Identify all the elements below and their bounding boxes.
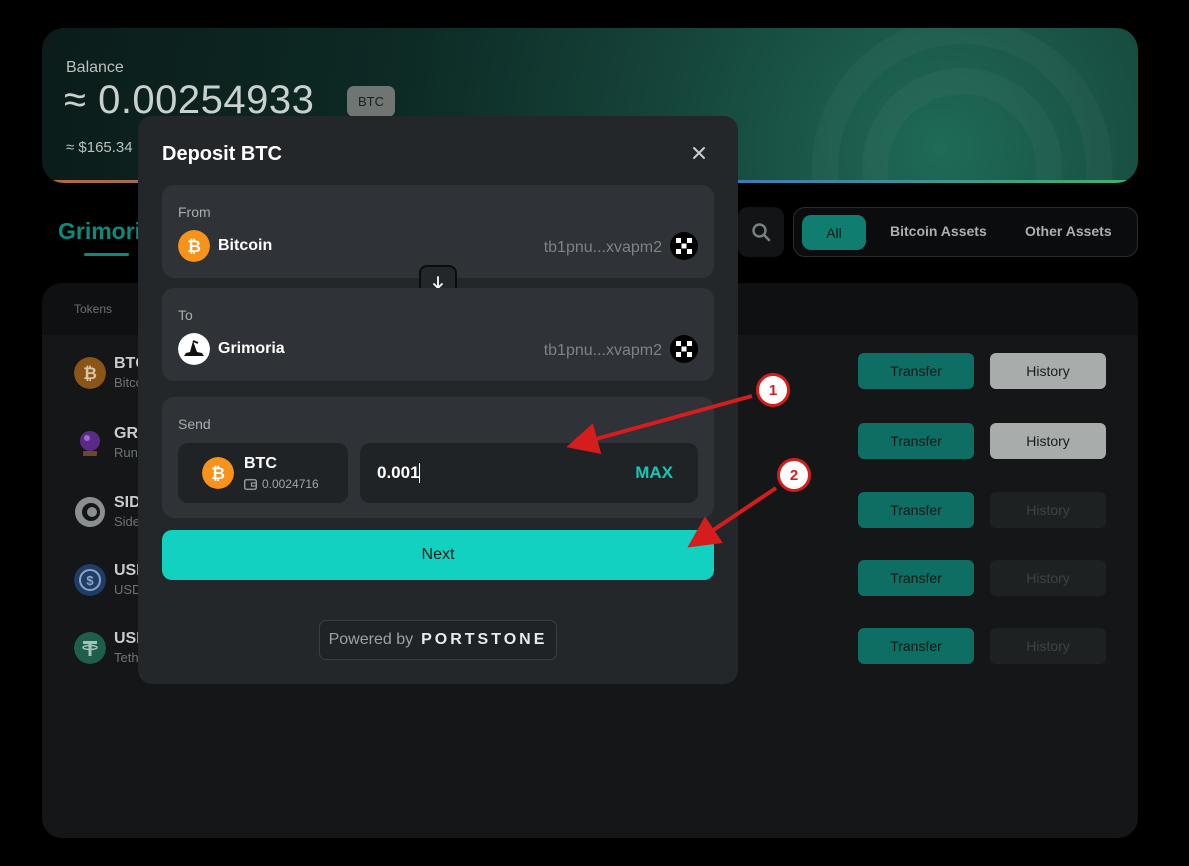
annotation-arrow-1 xyxy=(566,394,753,455)
annotation-arrows xyxy=(566,394,778,548)
annotation-arrow-2 xyxy=(687,486,778,548)
annotation-badge-1: 1 xyxy=(756,373,790,407)
annotation-badge-2: 2 xyxy=(777,458,811,492)
